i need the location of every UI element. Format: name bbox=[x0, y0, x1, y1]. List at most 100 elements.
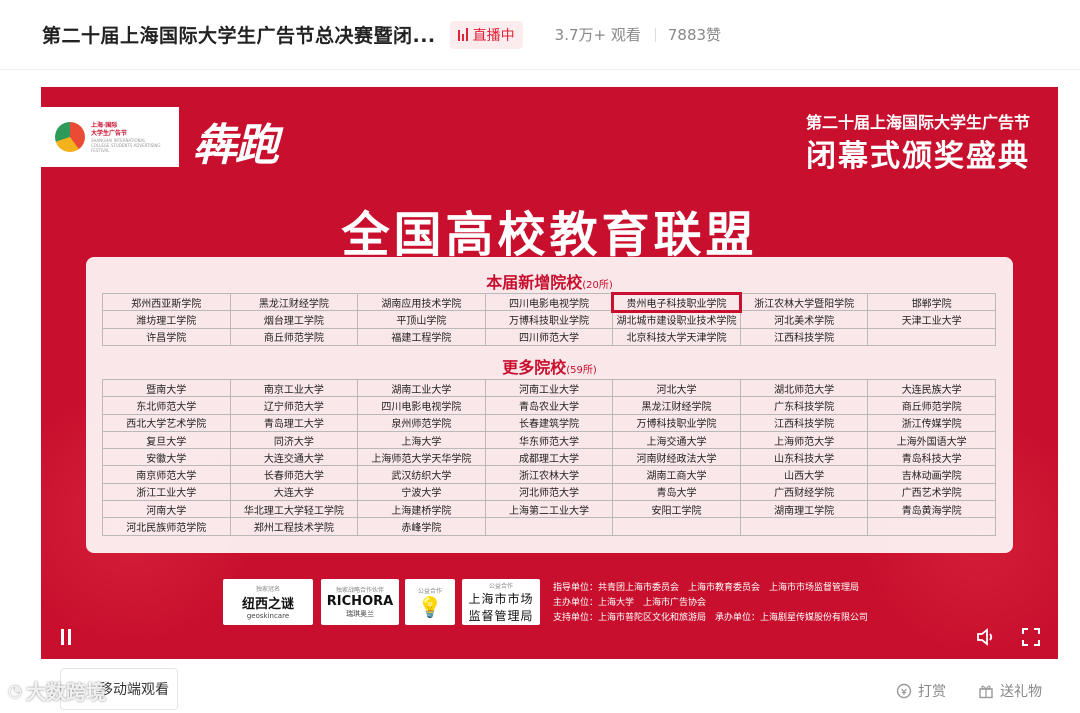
logo-subtext: SHANGHAI INTERNATIONAL COLLEGE STUDENTS … bbox=[91, 137, 161, 153]
school-cell: 成都理工大学 bbox=[484, 448, 614, 467]
festival-logo-icon bbox=[55, 122, 85, 152]
school-cell: 江西科技学院 bbox=[739, 327, 869, 346]
video-player[interactable]: 上海·国际 大学生广告节 SHANGHAI INTERNATIONAL COLL… bbox=[41, 87, 1058, 659]
stream-title: 第二十届上海国际大学生广告节总决赛暨闭... bbox=[42, 25, 436, 47]
school-cell: 潍坊理工学院 bbox=[102, 310, 231, 329]
logo-line: 大学生广告节 bbox=[91, 129, 128, 137]
school-cell: 华北理工大学轻工学院 bbox=[229, 500, 359, 519]
school-cell: 万博科技职业学院 bbox=[612, 413, 741, 432]
gift-button[interactable]: 送礼物 bbox=[978, 681, 1042, 701]
school-cell: 河北美术学院 bbox=[739, 310, 869, 329]
school-cell: 安徽大学 bbox=[102, 448, 231, 467]
school-cell: 浙江传媒学院 bbox=[867, 413, 996, 432]
school-cell bbox=[739, 517, 869, 536]
school-cell: 湖北师范大学 bbox=[739, 378, 869, 398]
school-cell: 平顶山学院 bbox=[357, 310, 486, 329]
table-row: 复旦大学 同济大学 上海大学 华东师范大学 上海交通大学 上海师范大学 上海外国语大学 bbox=[102, 430, 996, 450]
school-cell: 浙江工业大学 bbox=[102, 482, 231, 502]
school-cell: 邯郸学院 bbox=[867, 292, 996, 312]
event-subtitle: 第二十届上海国际大学生广告节 bbox=[805, 113, 1030, 132]
player-controls bbox=[41, 619, 1058, 659]
reward-button[interactable]: 打赏 bbox=[896, 681, 946, 701]
school-cell: 黑龙江财经学院 bbox=[612, 396, 741, 415]
coin-icon bbox=[896, 683, 912, 699]
school-cell: 东北师范大学 bbox=[102, 396, 231, 415]
table-row: 暨南大学 南京工业大学 湖南工业大学 河南工业大学 河北大学 湖北师范大学 大连民族大学 bbox=[102, 378, 996, 398]
school-cell: 贵州电子科技职业学院 bbox=[610, 291, 743, 313]
school-cell: 大连大学 bbox=[229, 482, 359, 502]
festival-logo: 上海·国际 大学生广告节 SHANGHAI INTERNATIONAL COLL… bbox=[41, 107, 179, 167]
table-row: 河南大学 华北理工大学轻工学院 上海建桥学院 上海第二工业大学 安阳工学院 湖南理工学院青… bbox=[102, 500, 996, 519]
divider bbox=[654, 27, 656, 42]
school-cell: 宁波大学 bbox=[357, 482, 486, 502]
school-cell: 湖南应用技术学院 bbox=[357, 292, 486, 312]
school-cell: 辽宁师范大学 bbox=[229, 396, 359, 415]
slogan: 犇跑 bbox=[193, 120, 279, 171]
school-cell: 同济大学 bbox=[229, 430, 359, 450]
school-cell: 南京师范大学 bbox=[102, 465, 231, 484]
school-cell: 青岛黄海学院 bbox=[867, 500, 996, 519]
school-cell: 上海交通大学 bbox=[612, 430, 741, 450]
slide-title: 全国高校教育联盟 bbox=[341, 207, 758, 263]
school-cell: 河北大学 bbox=[612, 378, 741, 398]
table-row: 西北大学艺术学院 青岛理工大学 泉州师范学院 长春建筑学院 万博科技职业学院 江西科技学院… bbox=[102, 413, 996, 432]
volume-icon[interactable] bbox=[976, 627, 998, 647]
school-cell: 万博科技职业学院 bbox=[484, 310, 614, 329]
live-badge: 直播中 bbox=[449, 20, 523, 49]
school-cell: 郑州西亚斯学院 bbox=[102, 292, 231, 312]
school-cell bbox=[612, 517, 741, 536]
school-cell bbox=[867, 517, 996, 536]
school-cell: 暨南大学 bbox=[102, 378, 231, 398]
table-row: 东北师范大学 辽宁师范大学 四川电影电视学院 青岛农业大学 黑龙江财经学院 广东科技学院商… bbox=[102, 396, 996, 415]
lightbulb-icon: 💡 bbox=[417, 594, 443, 619]
more-schools-table: 暨南大学 南京工业大学 湖南工业大学 河南工业大学 河北大学 湖北师范大学 大连民族大学 东北… bbox=[102, 378, 996, 536]
table-row: 河北民族师范学院 郑州工程技术学院 赤峰学院 bbox=[102, 517, 996, 536]
fullscreen-icon[interactable] bbox=[1022, 628, 1040, 646]
live-label: 直播中 bbox=[472, 27, 515, 44]
school-cell: 四川电影电视学院 bbox=[357, 396, 486, 415]
view-count: 3.7万+ 观看 bbox=[554, 26, 641, 44]
school-cell: 广西艺术学院 bbox=[867, 482, 996, 502]
school-cell: 上海师范大学 bbox=[739, 430, 869, 450]
school-cell: 湖北城市建设职业技术学院 bbox=[612, 310, 741, 329]
school-cell: 上海师范大学天华学院 bbox=[357, 448, 486, 467]
school-cell: 武汉纺织大学 bbox=[357, 465, 486, 484]
school-cell: 赤峰学院 bbox=[357, 517, 486, 536]
school-cell: 华东师范大学 bbox=[484, 430, 614, 450]
school-cell: 安阳工学院 bbox=[612, 500, 741, 519]
table-row: 许昌学院 商丘师范学院 福建工程学院 四川师范大学 北京科技大学天津学院 江西科技学院 bbox=[102, 327, 996, 346]
school-cell: 广东科技学院 bbox=[739, 396, 869, 415]
school-cell: 江西科技学院 bbox=[739, 413, 869, 432]
school-cell: 上海大学 bbox=[357, 430, 486, 450]
school-cell: 河南大学 bbox=[102, 500, 231, 519]
school-cell: 西北大学艺术学院 bbox=[102, 413, 231, 432]
logo-line: 上海·国际 bbox=[91, 121, 118, 129]
school-cell: 吉林动画学院 bbox=[867, 465, 996, 484]
table-row: 潍坊理工学院 烟台理工学院 平顶山学院 万博科技职业学院 湖北城市建设职业技术学院 河北美… bbox=[102, 310, 996, 329]
section-heading: 本届新增院校(20所) bbox=[486, 273, 613, 292]
table-row: 浙江工业大学 大连大学 宁波大学 河北师范大学 青岛大学 广西财经学院 广西艺术学院 bbox=[102, 482, 996, 502]
event-title: 闭幕式颁奖盛典 bbox=[806, 139, 1030, 174]
school-cell: 湖南理工学院 bbox=[739, 500, 869, 519]
school-cell: 商丘师范学院 bbox=[867, 396, 996, 415]
school-cell: 山东科技大学 bbox=[739, 448, 869, 467]
live-bars-icon bbox=[457, 28, 468, 41]
school-cell: 四川师范大学 bbox=[484, 327, 614, 346]
school-cell: 北京科技大学天津学院 bbox=[612, 327, 741, 346]
school-cell: 郑州工程技术学院 bbox=[229, 517, 359, 536]
school-cell: 浙江农林大学暨阳学院 bbox=[739, 292, 869, 312]
pause-icon[interactable] bbox=[61, 629, 75, 645]
school-cell: 烟台理工学院 bbox=[229, 310, 359, 329]
school-cell: 山西大学 bbox=[739, 465, 869, 484]
school-cell: 河北民族师范学院 bbox=[102, 517, 231, 536]
school-cell: 商丘师范学院 bbox=[229, 327, 359, 346]
school-cell: 青岛大学 bbox=[612, 482, 741, 502]
school-cell: 上海外国语大学 bbox=[867, 430, 996, 450]
like-count: 7883赞 bbox=[667, 26, 722, 44]
school-cell: 上海第二工业大学 bbox=[484, 500, 614, 519]
school-cell: 长春师范大学 bbox=[229, 465, 359, 484]
school-board: 本届新增院校(20所) 郑州西亚斯学院黑龙江财经学院 湖南应用技术学院 四川电影电视… bbox=[86, 257, 1013, 553]
school-cell: 青岛理工大学 bbox=[229, 413, 359, 432]
school-cell: 湖南工业大学 bbox=[357, 378, 486, 398]
school-cell: 青岛科技大学 bbox=[867, 448, 996, 467]
